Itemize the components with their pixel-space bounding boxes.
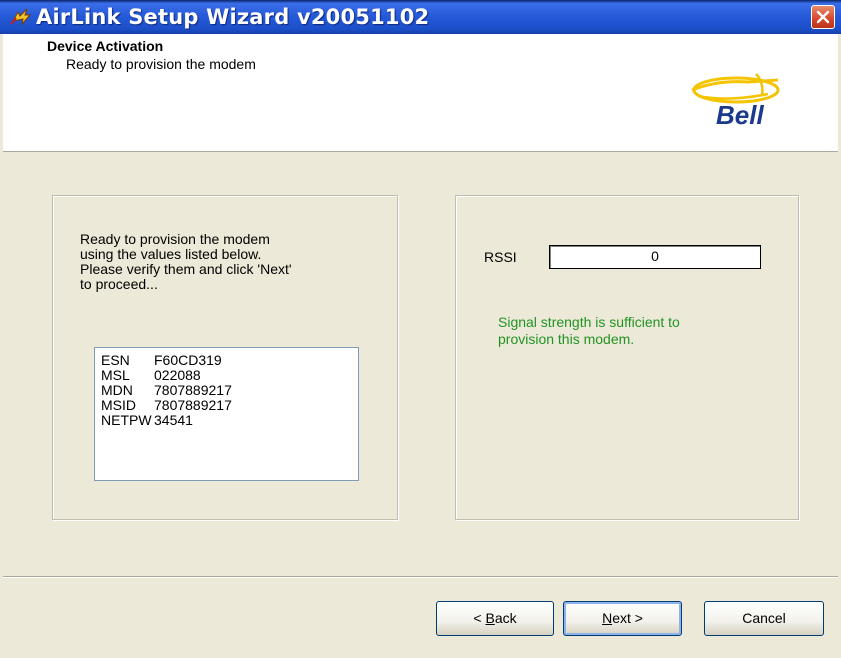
footer-divider bbox=[3, 576, 838, 578]
airlink-app-icon bbox=[10, 8, 32, 26]
list-item-netpw[interactable]: NETPW 34541 bbox=[101, 413, 193, 428]
back-button-mnemonic: B bbox=[485, 610, 495, 626]
value-key: NETPW bbox=[101, 412, 152, 428]
next-button[interactable]: Next > bbox=[563, 601, 682, 636]
wizard-window: AirLink Setup Wizard v20051102 Device Ac… bbox=[0, 0, 841, 658]
value-text: 022088 bbox=[154, 367, 201, 383]
signal-status-line: provision this modem. bbox=[498, 331, 635, 347]
value-text: 7807889217 bbox=[154, 382, 232, 398]
signal-panel bbox=[455, 195, 799, 520]
page-title: Device Activation bbox=[47, 38, 164, 54]
next-button-mnemonic: N bbox=[602, 610, 613, 626]
close-button[interactable] bbox=[811, 5, 835, 29]
rssi-value-field: 0 bbox=[549, 245, 761, 269]
list-item-esn[interactable]: ESN F60CD319 bbox=[101, 353, 222, 368]
next-button-label: ext > bbox=[612, 610, 643, 626]
back-button[interactable]: < Back bbox=[436, 601, 554, 636]
value-text: F60CD319 bbox=[154, 352, 222, 368]
instructions-text: Ready to provision the modem using the v… bbox=[80, 232, 380, 292]
signal-status-line: Signal strength is sufficient to bbox=[498, 314, 680, 330]
bell-logo-text: Bell bbox=[716, 100, 764, 130]
provisioning-values-list[interactable]: ESN F60CD319 MSL 022088 MDN 7807889217 MSID… bbox=[94, 347, 359, 481]
value-key: ESN bbox=[101, 352, 130, 368]
list-item-msid[interactable]: MSID 7807889217 bbox=[101, 398, 232, 413]
instructions-line: using the values listed below. bbox=[80, 246, 262, 262]
value-text: 34541 bbox=[154, 412, 193, 428]
rssi-label: RSSI bbox=[484, 249, 517, 265]
window-title: AirLink Setup Wizard v20051102 bbox=[36, 5, 430, 29]
value-key: MSID bbox=[101, 397, 136, 413]
value-key: MDN bbox=[101, 382, 133, 398]
value-text: 7807889217 bbox=[154, 397, 232, 413]
instructions-line: to proceed... bbox=[80, 276, 158, 292]
page-subtitle: Ready to provision the modem bbox=[66, 56, 256, 72]
title-bar[interactable]: AirLink Setup Wizard v20051102 bbox=[0, 0, 841, 34]
close-icon bbox=[816, 10, 830, 24]
list-item-msl[interactable]: MSL 022088 bbox=[101, 368, 201, 383]
instructions-line: Please verify them and click 'Next' bbox=[80, 261, 292, 277]
back-button-label: ack bbox=[494, 610, 517, 626]
signal-status-text: Signal strength is sufficient to provisi… bbox=[498, 314, 778, 348]
bell-logo: Bell bbox=[691, 73, 780, 130]
value-key: MSL bbox=[101, 367, 130, 383]
cancel-button[interactable]: Cancel bbox=[704, 601, 824, 636]
list-item-mdn[interactable]: MDN 7807889217 bbox=[101, 383, 232, 398]
back-button-prefix: < bbox=[473, 610, 486, 626]
instructions-line: Ready to provision the modem bbox=[80, 231, 270, 247]
